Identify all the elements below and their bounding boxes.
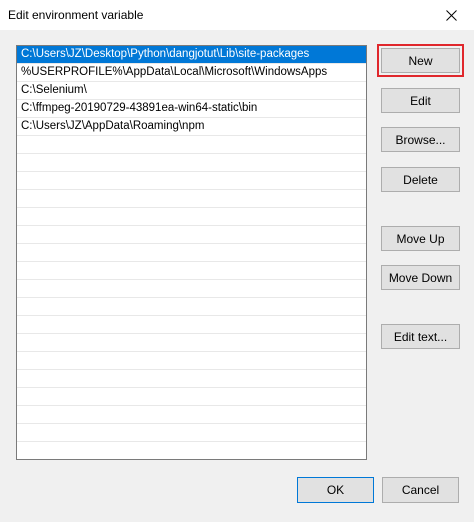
empty-list-row[interactable] [17, 208, 366, 226]
empty-list-row[interactable] [17, 388, 366, 406]
cancel-button[interactable]: Cancel [382, 477, 459, 503]
edit-environment-variable-dialog: Edit environment variable C:\Users\JZ\De… [0, 0, 474, 522]
empty-list-row[interactable] [17, 424, 366, 442]
edit-text-button-label: Edit text... [393, 329, 448, 344]
move-down-button-label: Move Down [388, 270, 453, 285]
empty-list-row[interactable] [17, 154, 366, 172]
empty-list-row[interactable] [17, 352, 366, 370]
new-button-label: New [408, 53, 433, 68]
cancel-button-label: Cancel [401, 483, 440, 497]
edit-text-button[interactable]: Edit text... [381, 324, 460, 349]
ok-button[interactable]: OK [297, 477, 374, 503]
empty-list-row[interactable] [17, 298, 366, 316]
empty-list-row[interactable] [17, 262, 366, 280]
window-title: Edit environment variable [8, 8, 144, 22]
list-item-label: C:\Selenium\ [21, 84, 87, 96]
list-item[interactable]: C:\ffmpeg-20190729-43891ea-win64-static\… [17, 100, 366, 118]
title-bar: Edit environment variable [0, 0, 474, 30]
list-item-label: C:\ffmpeg-20190729-43891ea-win64-static\… [21, 102, 258, 114]
ok-button-label: OK [326, 483, 345, 497]
path-listbox[interactable]: C:\Users\JZ\Desktop\Python\dangjotut\Lib… [16, 45, 367, 460]
empty-list-row[interactable] [17, 316, 366, 334]
list-item-label: C:\Users\JZ\Desktop\Python\dangjotut\Lib… [21, 48, 310, 60]
browse-button[interactable]: Browse... [381, 127, 460, 152]
empty-list-row[interactable] [17, 190, 366, 208]
move-up-button[interactable]: Move Up [381, 226, 460, 251]
list-item-label: %USERPROFILE%\AppData\Local\Microsoft\Wi… [21, 66, 328, 78]
browse-button-label: Browse... [395, 132, 446, 147]
empty-list-row[interactable] [17, 244, 366, 262]
list-item[interactable]: C:\Users\JZ\AppData\Roaming\npm [17, 118, 366, 136]
empty-list-row[interactable] [17, 370, 366, 388]
new-button[interactable]: New [377, 44, 464, 77]
delete-button[interactable]: Delete [381, 167, 460, 192]
empty-list-row[interactable] [17, 280, 366, 298]
delete-button-label: Delete [403, 172, 438, 187]
empty-list-row[interactable] [17, 226, 366, 244]
edit-button[interactable]: Edit [381, 88, 460, 113]
empty-list-row[interactable] [17, 334, 366, 352]
list-item-label: C:\Users\JZ\AppData\Roaming\npm [21, 120, 205, 132]
close-icon [445, 9, 457, 21]
move-down-button[interactable]: Move Down [381, 265, 460, 290]
edit-button-label: Edit [410, 93, 431, 108]
list-item[interactable]: C:\Selenium\ [17, 82, 366, 100]
empty-list-row[interactable] [17, 172, 366, 190]
empty-list-row[interactable] [17, 136, 366, 154]
list-item[interactable]: %USERPROFILE%\AppData\Local\Microsoft\Wi… [17, 64, 366, 82]
list-item[interactable]: C:\Users\JZ\Desktop\Python\dangjotut\Lib… [17, 46, 366, 64]
empty-list-row[interactable] [17, 442, 366, 459]
close-button[interactable] [428, 0, 474, 30]
empty-list-row[interactable] [17, 406, 366, 424]
move-up-button-label: Move Up [396, 231, 445, 246]
